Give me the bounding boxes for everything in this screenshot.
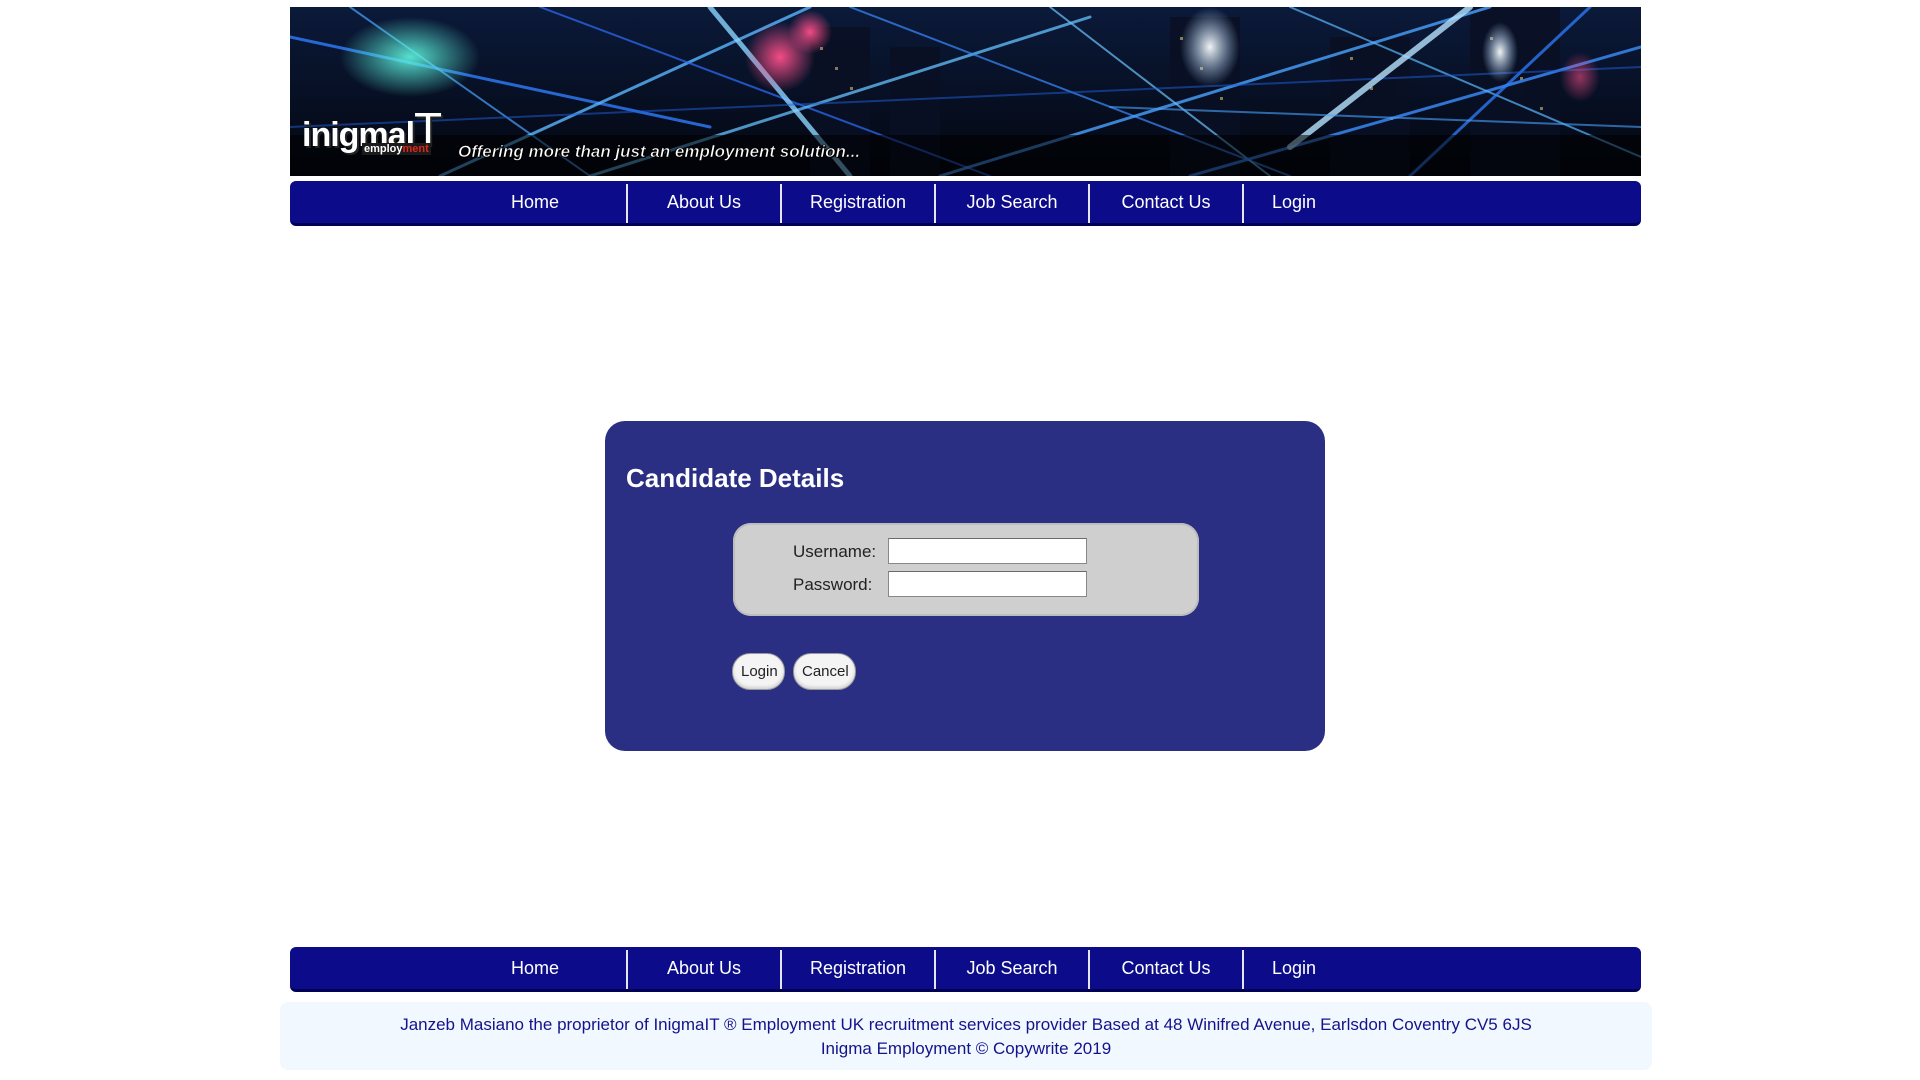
candidate-login-panel: Candidate Details Username: Password: Lo… [605, 421, 1325, 751]
nav-registration[interactable]: Registration [782, 181, 934, 223]
footer-copyright: Inigma Employment © Copywrite 2019 [820, 1039, 1112, 1058]
top-nav: Home About Us Registration Job Search Co… [290, 181, 1641, 226]
header-banner: inigmal T employment Offering more than … [290, 7, 1641, 176]
banner-tagline: Offering more than just an employment so… [458, 142, 861, 162]
logo-sub-b: ment [402, 143, 429, 155]
footer-company-info: Janzeb Masiano the proprietor of InigmaI… [400, 1015, 1532, 1034]
logo-sub-a: employ [364, 143, 403, 155]
nav-about-us[interactable]: About Us [628, 181, 780, 223]
site-logo[interactable]: inigmal T employment [302, 106, 442, 155]
bottom-nav: Home About Us Registration Job Search Co… [290, 947, 1641, 992]
footer-nav-login[interactable]: Login [1244, 947, 1344, 989]
page: inigmal T employment Offering more than … [0, 0, 1920, 1080]
password-label: Password: [793, 575, 873, 594]
cancel-button[interactable]: Cancel [793, 653, 856, 690]
password-input[interactable] [888, 571, 1087, 597]
footer-nav-job-search[interactable]: Job Search [936, 947, 1088, 989]
nav-contact-us[interactable]: Contact Us [1090, 181, 1242, 223]
login-button[interactable]: Login [732, 653, 785, 690]
nav-job-search[interactable]: Job Search [936, 181, 1088, 223]
panel-title: Candidate Details [626, 463, 845, 493]
site-footer: Janzeb Masiano the proprietor of InigmaI… [280, 1002, 1652, 1070]
footer-nav-registration[interactable]: Registration [782, 947, 934, 989]
footer-nav-contact-us[interactable]: Contact Us [1090, 947, 1242, 989]
nav-home[interactable]: Home [460, 181, 610, 223]
username-input[interactable] [888, 538, 1087, 564]
footer-nav-home[interactable]: Home [460, 947, 610, 989]
nav-login[interactable]: Login [1244, 181, 1344, 223]
credentials-box: Username: Password: [733, 523, 1199, 616]
footer-nav-about-us[interactable]: About Us [628, 947, 780, 989]
username-label: Username: [793, 542, 877, 561]
logo-subtext: employment [362, 143, 431, 155]
